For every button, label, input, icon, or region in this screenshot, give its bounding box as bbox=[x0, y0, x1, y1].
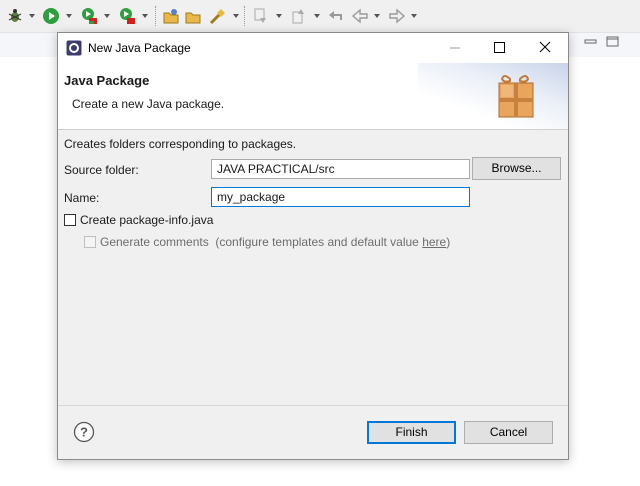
minimize-icon bbox=[450, 47, 460, 49]
maximize-view-icon[interactable] bbox=[606, 36, 620, 48]
dialog-title: New Java Package bbox=[88, 41, 191, 55]
back-icon[interactable] bbox=[351, 6, 369, 26]
next-annotation-icon[interactable] bbox=[252, 6, 270, 26]
new-java-package-dialog: New Java Package Java Package Create a n… bbox=[57, 32, 569, 460]
banner-gradient bbox=[418, 63, 568, 129]
wizard-description: Creates folders corresponding to package… bbox=[64, 137, 297, 151]
cancel-button[interactable]: Cancel bbox=[464, 421, 553, 444]
search-dropdown-icon[interactable] bbox=[233, 14, 239, 18]
generate-comments-hint-end: ) bbox=[446, 235, 451, 249]
external-tools-icon[interactable] bbox=[118, 6, 136, 26]
open-type-icon[interactable] bbox=[184, 6, 202, 26]
dialog-titlebar[interactable]: New Java Package bbox=[58, 33, 568, 63]
coverage-icon[interactable] bbox=[80, 6, 98, 26]
finish-button[interactable]: Finish bbox=[367, 421, 456, 444]
new-java-project-icon[interactable] bbox=[162, 6, 180, 26]
source-folder-input[interactable]: JAVA PRACTICAL/src bbox=[211, 159, 470, 179]
previous-annotation-dropdown-icon[interactable] bbox=[314, 14, 320, 18]
back-dropdown-icon[interactable] bbox=[374, 14, 380, 18]
wizard-banner: Java Package Create a new Java package. bbox=[58, 63, 568, 130]
create-package-info-checkbox[interactable] bbox=[64, 214, 76, 226]
svg-text:?: ? bbox=[80, 425, 88, 440]
coverage-dropdown-icon[interactable] bbox=[104, 14, 110, 18]
eclipse-app-icon bbox=[66, 40, 82, 56]
forward-icon[interactable] bbox=[388, 6, 406, 26]
wizard-subheading: Create a new Java package. bbox=[72, 97, 225, 111]
search-icon[interactable] bbox=[208, 6, 226, 26]
configure-templates-link[interactable]: here bbox=[422, 235, 446, 249]
debug-icon[interactable] bbox=[6, 6, 24, 26]
generate-comments-checkbox[interactable] bbox=[84, 236, 96, 248]
next-annotation-dropdown-icon[interactable] bbox=[276, 14, 282, 18]
minimize-button[interactable] bbox=[432, 33, 478, 63]
name-label: Name: bbox=[64, 191, 100, 205]
source-folder-label: Source folder: bbox=[64, 163, 139, 177]
close-icon bbox=[539, 41, 551, 53]
run-icon[interactable] bbox=[42, 6, 60, 26]
toolbar-separator bbox=[155, 6, 157, 26]
debug-dropdown-icon[interactable] bbox=[29, 14, 35, 18]
create-package-info-label[interactable]: Create package-info.java bbox=[80, 213, 213, 227]
main-toolbar bbox=[0, 0, 640, 33]
run-dropdown-icon[interactable] bbox=[66, 14, 72, 18]
help-icon[interactable]: ? bbox=[73, 421, 95, 443]
maximize-button[interactable] bbox=[476, 33, 522, 63]
external-tools-dropdown-icon[interactable] bbox=[142, 14, 148, 18]
generate-comments-hint: (configure templates and default value bbox=[215, 235, 423, 249]
footer-separator bbox=[58, 405, 568, 406]
wizard-heading: Java Package bbox=[64, 73, 150, 88]
package-icon bbox=[498, 75, 534, 118]
maximize-icon bbox=[494, 42, 505, 53]
close-button[interactable] bbox=[522, 33, 568, 63]
minimize-view-icon[interactable] bbox=[584, 36, 598, 48]
generate-comments-label: Generate comments (configure templates a… bbox=[100, 235, 451, 249]
previous-annotation-icon[interactable] bbox=[290, 6, 308, 26]
last-edit-location-icon[interactable] bbox=[327, 6, 345, 26]
package-name-input[interactable]: my_package bbox=[211, 187, 470, 207]
browse-button[interactable]: Browse... bbox=[472, 157, 561, 180]
toolbar-separator bbox=[244, 6, 246, 26]
forward-dropdown-icon[interactable] bbox=[411, 14, 417, 18]
